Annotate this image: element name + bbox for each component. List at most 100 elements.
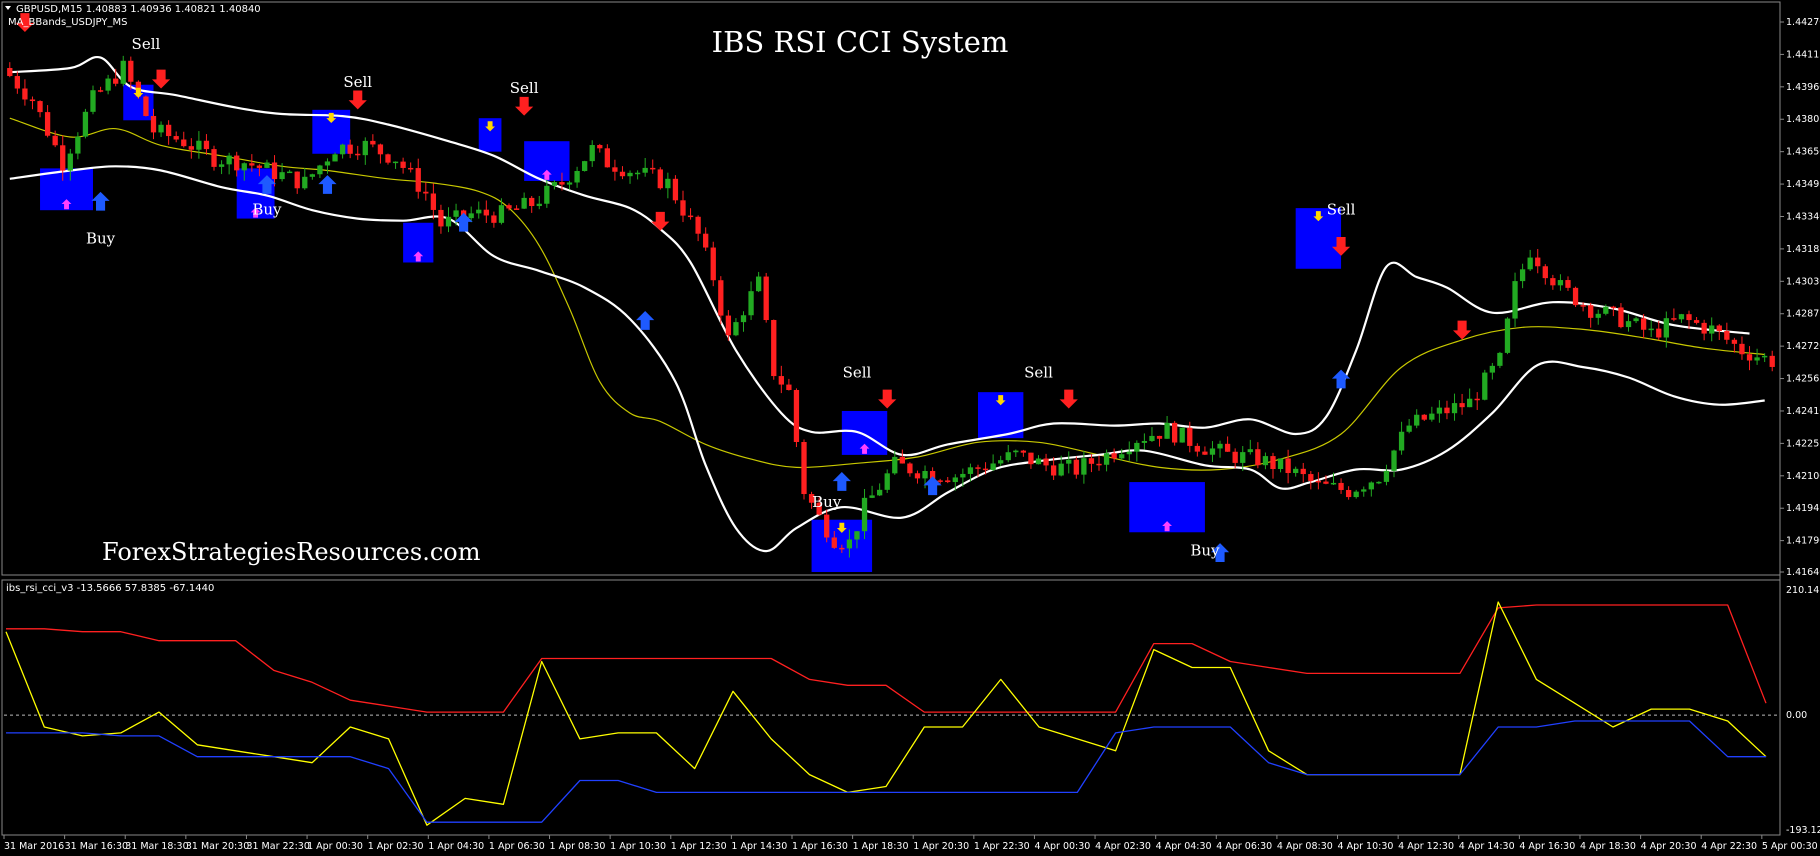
time-tick-label: 4 Apr 14:30 xyxy=(1459,841,1515,852)
candle-body xyxy=(801,441,807,495)
candle-body xyxy=(294,171,300,189)
candle-body xyxy=(1625,321,1632,328)
time-tick-label: 4 Apr 06:30 xyxy=(1216,841,1272,852)
candle-body xyxy=(1141,440,1148,443)
candle-body xyxy=(105,78,111,91)
candle-body xyxy=(430,193,437,210)
candle-body xyxy=(1368,482,1374,490)
candle-body xyxy=(1527,257,1533,270)
buy-arrow-icon xyxy=(832,472,851,491)
candle-body xyxy=(1754,357,1760,361)
candle-body xyxy=(892,456,898,474)
time-tick-label: 4 Apr 18:30 xyxy=(1580,841,1636,852)
candle-body xyxy=(1421,414,1427,420)
candle-body xyxy=(1300,468,1306,475)
time-tick-label: 4 Apr 02:30 xyxy=(1095,841,1151,852)
candle-body xyxy=(945,480,951,483)
candle-body xyxy=(521,197,527,209)
candle-body xyxy=(619,171,626,177)
candle-body xyxy=(1519,269,1526,282)
candle-body xyxy=(914,473,921,479)
candle-body xyxy=(1391,450,1397,471)
candle-body xyxy=(1497,352,1503,366)
candle-body xyxy=(506,205,512,209)
candle-body xyxy=(332,154,338,162)
candle-body xyxy=(241,163,247,171)
candle-body xyxy=(952,477,958,483)
price-tick-label: 1.44270 xyxy=(1786,17,1820,28)
candle-body xyxy=(1762,355,1768,358)
candle-body xyxy=(1648,328,1654,331)
candle-body xyxy=(385,154,391,163)
signal-label: Sell xyxy=(132,35,161,53)
candle-body xyxy=(1088,458,1095,464)
candle-body xyxy=(339,144,346,155)
candle-body xyxy=(1020,450,1027,453)
candle-body xyxy=(279,172,285,180)
candle-body xyxy=(44,112,51,136)
time-tick-label: 1 Apr 22:30 xyxy=(974,841,1030,852)
candle-body xyxy=(1376,481,1382,484)
candle-body xyxy=(309,174,315,177)
candle-body xyxy=(529,197,535,207)
candle-body xyxy=(982,468,989,471)
candle-body xyxy=(1504,318,1511,353)
candle-body xyxy=(226,155,232,165)
oscillator-tick-label: 210.1419 xyxy=(1786,585,1820,596)
candle-body xyxy=(400,161,406,168)
candle-body xyxy=(1262,456,1269,466)
candle-body xyxy=(128,60,134,82)
candle-body xyxy=(1451,403,1458,414)
signal-label: Buy xyxy=(252,200,282,218)
candle-body xyxy=(1028,452,1034,465)
candle-body xyxy=(854,531,860,540)
candle-body xyxy=(317,165,323,175)
oscillator-blue-line xyxy=(6,720,1766,823)
price-tick-label: 1.43185 xyxy=(1786,244,1820,255)
time-tick-label: 31 Mar 22:30 xyxy=(246,841,309,852)
candle-body xyxy=(1338,482,1344,490)
price-tick-label: 1.43340 xyxy=(1786,211,1820,222)
candle-body xyxy=(188,146,194,150)
price-tick-label: 1.43030 xyxy=(1786,276,1820,287)
time-tick-label: 31 Mar 18:30 xyxy=(125,841,188,852)
candle-body xyxy=(680,200,686,216)
candle-body xyxy=(665,178,671,189)
candle-body xyxy=(1474,398,1480,401)
candle-body xyxy=(347,144,353,154)
time-tick-label: 1 Apr 18:30 xyxy=(853,841,909,852)
time-tick-label: 4 Apr 08:30 xyxy=(1277,841,1333,852)
candle-body xyxy=(1678,314,1685,320)
candle-body xyxy=(1467,398,1473,408)
candle-body xyxy=(1436,407,1443,414)
candle-body xyxy=(483,209,489,216)
candle-body xyxy=(362,140,368,156)
time-tick-label: 4 Apr 16:30 xyxy=(1519,841,1575,852)
candle-body xyxy=(1096,463,1102,466)
candle-body xyxy=(650,167,656,170)
candle-body xyxy=(1353,491,1359,498)
time-tick-label: 1 Apr 20:30 xyxy=(913,841,969,852)
chart-canvas[interactable]: Sell Sell Sell Sell Sell Sell Buy Buy Buy Buy 1.4… xyxy=(0,0,1820,856)
candle-body xyxy=(937,480,943,482)
oscillator-tick-label: -193.1273 xyxy=(1786,825,1820,836)
candle-body xyxy=(960,473,966,478)
candle-body xyxy=(234,155,240,171)
candle-body xyxy=(566,182,573,185)
candle-body xyxy=(627,172,633,177)
candle-body xyxy=(703,233,709,248)
candle-body xyxy=(1119,454,1125,459)
candle-body xyxy=(1164,422,1170,439)
candle-body xyxy=(181,139,187,147)
candle-body xyxy=(513,208,520,210)
candle-body xyxy=(1618,307,1624,328)
dropdown-triangle-icon[interactable] xyxy=(5,6,11,10)
candle-body xyxy=(1202,451,1208,455)
candle-body xyxy=(604,148,610,168)
candle-body xyxy=(1429,413,1435,420)
time-tick-label: 1 Apr 08:30 xyxy=(550,841,606,852)
candle-body xyxy=(710,247,716,281)
candle-body xyxy=(370,140,376,145)
candle-body xyxy=(839,547,845,550)
sell-arrow-icon xyxy=(515,96,534,116)
